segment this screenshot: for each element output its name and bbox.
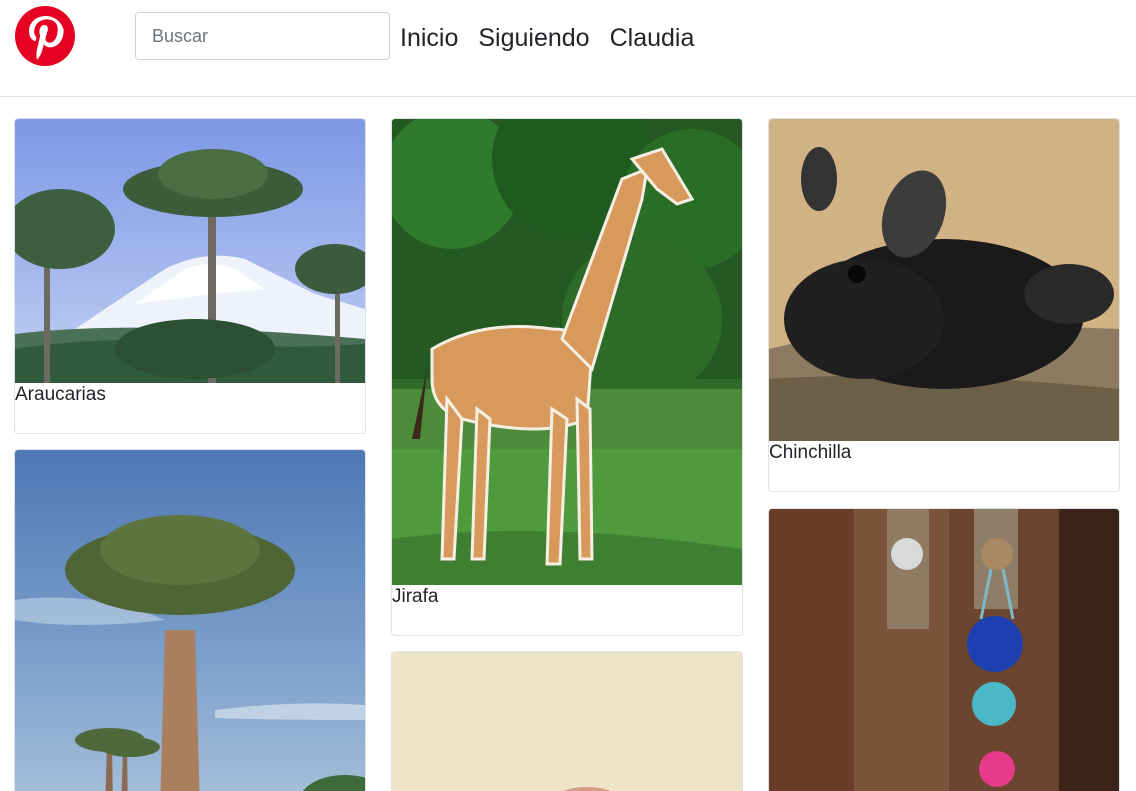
pin-caption: Araucarias — [15, 384, 106, 405]
pin-caption: Jirafa — [392, 586, 439, 607]
pin-card[interactable]: Jirafa — [391, 118, 743, 636]
pin-caption: Chinchilla — [769, 442, 852, 463]
pin-card[interactable]: Chinchilla — [768, 118, 1120, 492]
nav-link-profile[interactable]: Claudia — [610, 22, 695, 54]
pin-image[interactable] — [15, 119, 365, 383]
nav-link-siguiendo[interactable]: Siguiendo — [478, 22, 589, 54]
pin-card[interactable] — [768, 508, 1120, 791]
pin-image[interactable] — [392, 119, 742, 585]
search-input[interactable] — [135, 12, 390, 60]
pin-card[interactable]: Araucarias — [14, 118, 366, 434]
main-nav: Inicio Siguiendo Claudia — [400, 22, 694, 54]
pin-card[interactable] — [14, 449, 366, 791]
top-navbar: Inicio Siguiendo Claudia — [0, 0, 1136, 97]
pin-card[interactable] — [391, 651, 743, 791]
pinterest-logo-icon[interactable] — [15, 6, 75, 66]
pin-image[interactable] — [392, 652, 742, 791]
pin-image[interactable] — [15, 450, 365, 791]
pin-image[interactable] — [769, 509, 1119, 791]
pin-image[interactable] — [769, 119, 1119, 441]
nav-link-inicio[interactable]: Inicio — [400, 22, 458, 54]
